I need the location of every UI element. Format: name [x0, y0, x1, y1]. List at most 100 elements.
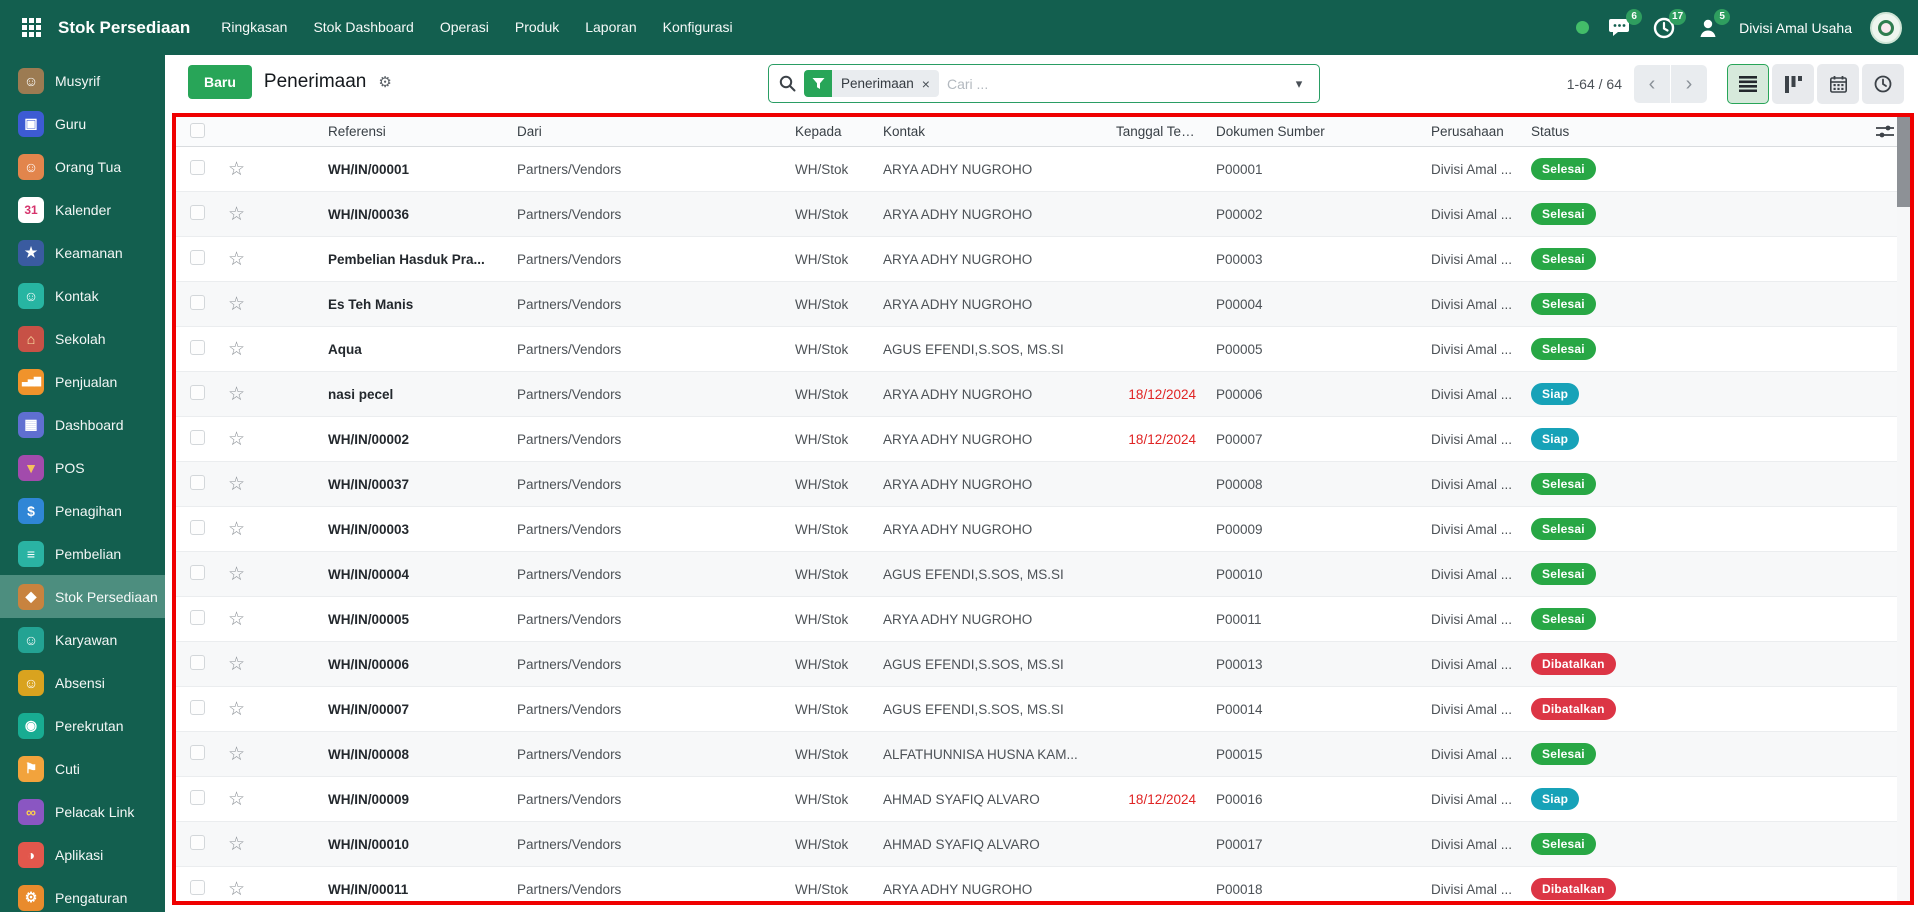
row-checkbox[interactable]: [190, 880, 205, 895]
favorite-star-icon[interactable]: ☆: [228, 655, 245, 674]
sidebar-item-aplikasi[interactable]: ◑Aplikasi: [0, 833, 165, 876]
favorite-star-icon[interactable]: ☆: [228, 880, 245, 899]
calendar-view-button[interactable]: [1817, 64, 1859, 104]
kanban-view-button[interactable]: [1772, 64, 1814, 104]
column-header-perusahaan[interactable]: Perusahaan: [1423, 124, 1523, 139]
favorite-star-icon[interactable]: ☆: [228, 295, 245, 314]
favorite-star-icon[interactable]: ☆: [228, 520, 245, 539]
column-header-dari[interactable]: Dari: [509, 124, 787, 139]
column-header-kepada[interactable]: Kepada: [787, 124, 875, 139]
menu-laporan[interactable]: Laporan: [572, 11, 649, 43]
sidebar-item-cuti[interactable]: ⚑Cuti: [0, 747, 165, 790]
user-notification-icon[interactable]: 5: [1695, 15, 1721, 41]
row-checkbox[interactable]: [190, 250, 205, 265]
column-header-status[interactable]: Status: [1523, 124, 1763, 139]
table-row[interactable]: ☆Es Teh ManisPartners/VendorsWH/StokARYA…: [176, 282, 1910, 327]
messages-icon[interactable]: 6: [1607, 15, 1633, 41]
favorite-star-icon[interactable]: ☆: [228, 475, 245, 494]
table-row[interactable]: ☆WH/IN/00011Partners/VendorsWH/StokARYA …: [176, 867, 1910, 901]
row-checkbox[interactable]: [190, 700, 205, 715]
search-dropdown-caret-icon[interactable]: ▾: [1279, 65, 1319, 102]
column-header-dokumen-sumber[interactable]: Dokumen Sumber: [1208, 124, 1423, 139]
table-row[interactable]: ☆WH/IN/00009Partners/VendorsWH/StokAHMAD…: [176, 777, 1910, 822]
activity-clock-icon[interactable]: 17: [1651, 15, 1677, 41]
table-row[interactable]: ☆WH/IN/00007Partners/VendorsWH/StokAGUS …: [176, 687, 1910, 732]
favorite-star-icon[interactable]: ☆: [228, 790, 245, 809]
scrollbar-thumb[interactable]: [1897, 117, 1910, 207]
row-checkbox[interactable]: [190, 655, 205, 670]
table-row[interactable]: ☆WH/IN/00006Partners/VendorsWH/StokAGUS …: [176, 642, 1910, 687]
sidebar-item-guru[interactable]: ▣Guru: [0, 102, 165, 145]
sidebar-item-penagihan[interactable]: $Penagihan: [0, 489, 165, 532]
menu-stok-dashboard[interactable]: Stok Dashboard: [300, 11, 426, 43]
app-name[interactable]: Stok Persediaan: [58, 18, 190, 38]
row-checkbox[interactable]: [190, 745, 205, 760]
search-input[interactable]: [947, 76, 1279, 92]
menu-produk[interactable]: Produk: [502, 11, 572, 43]
row-checkbox[interactable]: [190, 160, 205, 175]
sidebar-item-pelacak-link[interactable]: ∞Pelacak Link: [0, 790, 165, 833]
table-row[interactable]: ☆WH/IN/00037Partners/VendorsWH/StokARYA …: [176, 462, 1910, 507]
menu-konfigurasi[interactable]: Konfigurasi: [650, 11, 746, 43]
sidebar-item-orang-tua[interactable]: ☺Orang Tua: [0, 145, 165, 188]
sidebar-item-keamanan[interactable]: ★Keamanan: [0, 231, 165, 274]
table-row[interactable]: ☆WH/IN/00002Partners/VendorsWH/StokARYA …: [176, 417, 1910, 462]
pager-previous-button[interactable]: ‹: [1634, 65, 1670, 103]
sidebar-item-stok-persediaan[interactable]: ◆Stok Persediaan: [0, 575, 165, 618]
sidebar-item-pembelian[interactable]: ≡Pembelian: [0, 532, 165, 575]
favorite-star-icon[interactable]: ☆: [228, 700, 245, 719]
sidebar-item-sekolah[interactable]: ⌂Sekolah: [0, 317, 165, 360]
column-header-referensi[interactable]: Referensi: [320, 124, 509, 139]
table-row[interactable]: ☆WH/IN/00001Partners/VendorsWH/StokARYA …: [176, 147, 1910, 192]
action-gear-icon[interactable]: ⚙: [378, 73, 391, 91]
sidebar-item-pos[interactable]: ▼POS: [0, 446, 165, 489]
table-row[interactable]: ☆Pembelian Hasduk Pra...Partners/Vendors…: [176, 237, 1910, 282]
sidebar-item-pengaturan[interactable]: ⚙Pengaturan: [0, 876, 165, 919]
table-row[interactable]: ☆WH/IN/00004Partners/VendorsWH/StokAGUS …: [176, 552, 1910, 597]
favorite-star-icon[interactable]: ☆: [228, 610, 245, 629]
table-row[interactable]: ☆WH/IN/00005Partners/VendorsWH/StokARYA …: [176, 597, 1910, 642]
column-header-tanggal-terj-[interactable]: Tanggal Terj...: [1108, 124, 1208, 139]
row-checkbox[interactable]: [190, 565, 205, 580]
new-record-button[interactable]: Baru: [188, 65, 252, 99]
table-row[interactable]: ☆WH/IN/00036Partners/VendorsWH/StokARYA …: [176, 192, 1910, 237]
sidebar-item-dashboard[interactable]: ▦Dashboard: [0, 403, 165, 446]
favorite-star-icon[interactable]: ☆: [228, 250, 245, 269]
sidebar-item-absensi[interactable]: ☺Absensi: [0, 661, 165, 704]
menu-operasi[interactable]: Operasi: [427, 11, 502, 43]
sidebar-item-perekrutan[interactable]: ◉Perekrutan: [0, 704, 165, 747]
table-row[interactable]: ☆WH/IN/00008Partners/VendorsWH/StokALFAT…: [176, 732, 1910, 777]
favorite-star-icon[interactable]: ☆: [228, 430, 245, 449]
select-all-checkbox[interactable]: [190, 123, 205, 138]
row-checkbox[interactable]: [190, 475, 205, 490]
row-checkbox[interactable]: [190, 340, 205, 355]
sidebar-item-musyrif[interactable]: ☺Musyrif: [0, 59, 165, 102]
favorite-star-icon[interactable]: ☆: [228, 745, 245, 764]
row-checkbox[interactable]: [190, 790, 205, 805]
favorite-star-icon[interactable]: ☆: [228, 835, 245, 854]
pager-next-button[interactable]: ›: [1671, 65, 1707, 103]
menu-ringkasan[interactable]: Ringkasan: [208, 11, 300, 43]
favorite-star-icon[interactable]: ☆: [228, 340, 245, 359]
column-header-kontak[interactable]: Kontak: [875, 124, 1108, 139]
user-name[interactable]: Divisi Amal Usaha: [1739, 20, 1852, 36]
table-row[interactable]: ☆nasi pecelPartners/VendorsWH/StokARYA A…: [176, 372, 1910, 417]
favorite-star-icon[interactable]: ☆: [228, 565, 245, 584]
row-checkbox[interactable]: [190, 520, 205, 535]
sidebar-item-kalender[interactable]: 31Kalender: [0, 188, 165, 231]
favorite-star-icon[interactable]: ☆: [228, 385, 245, 404]
table-row[interactable]: ☆AquaPartners/VendorsWH/StokAGUS EFENDI,…: [176, 327, 1910, 372]
list-view-button[interactable]: [1727, 64, 1769, 104]
user-avatar[interactable]: [1870, 12, 1902, 44]
row-checkbox[interactable]: [190, 835, 205, 850]
activity-view-button[interactable]: [1862, 64, 1904, 104]
apps-grid-icon[interactable]: [14, 11, 48, 45]
sidebar-item-penjualan[interactable]: ▃▅▇Penjualan: [0, 360, 165, 403]
favorite-star-icon[interactable]: ☆: [228, 205, 245, 224]
row-checkbox[interactable]: [190, 205, 205, 220]
filter-remove-icon[interactable]: ×: [922, 76, 930, 92]
row-checkbox[interactable]: [190, 295, 205, 310]
table-row[interactable]: ☆WH/IN/00003Partners/VendorsWH/StokARYA …: [176, 507, 1910, 552]
table-row[interactable]: ☆WH/IN/00010Partners/VendorsWH/StokAHMAD…: [176, 822, 1910, 867]
sidebar-item-kontak[interactable]: ☺Kontak: [0, 274, 165, 317]
